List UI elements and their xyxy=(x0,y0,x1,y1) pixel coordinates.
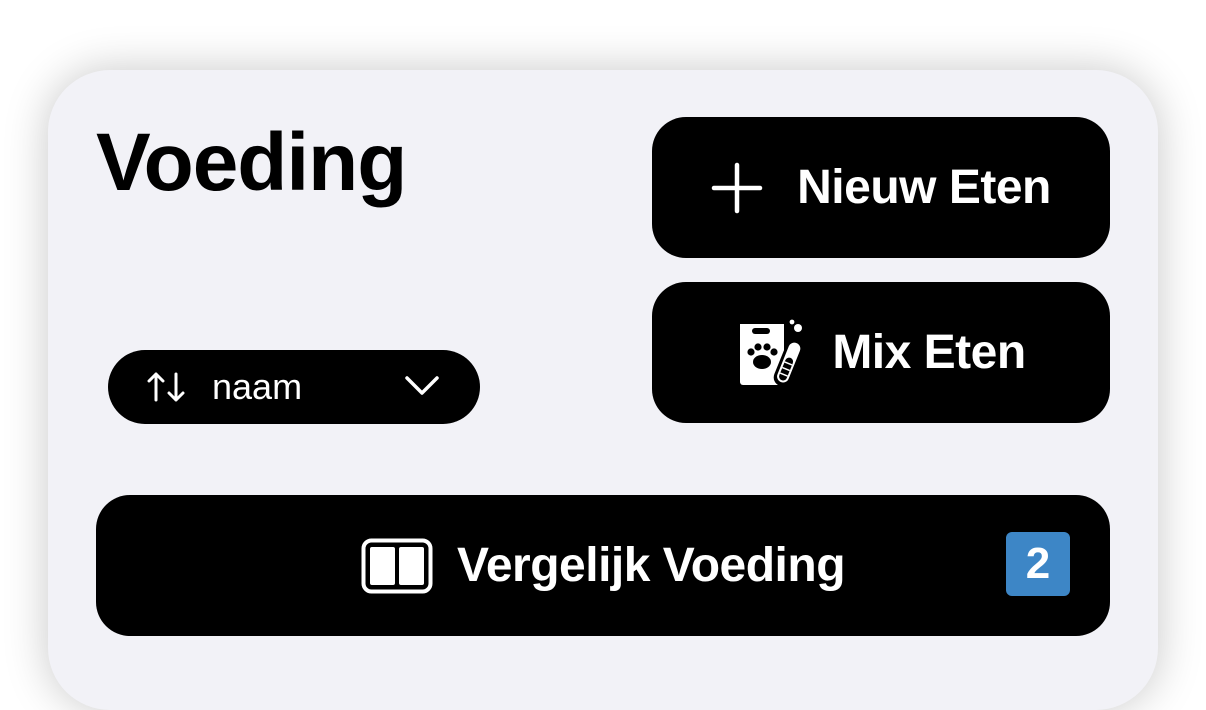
sort-value: naam xyxy=(212,366,303,407)
new-food-label: Nieuw Eten xyxy=(797,161,1051,214)
chevron-down-icon xyxy=(405,376,439,395)
sort-dropdown[interactable]: naam xyxy=(108,350,480,424)
pet-food-mix-icon xyxy=(740,319,804,386)
sort-arrows-icon xyxy=(147,372,185,402)
side-by-side-icon xyxy=(361,538,433,593)
compare-content: Vergelijk Voeding xyxy=(361,538,846,594)
new-food-button[interactable]: Nieuw Eten xyxy=(652,117,1110,258)
compare-count-badge: 2 xyxy=(1006,532,1070,596)
mix-food-label: Mix Eten xyxy=(832,326,1026,379)
compare-nutrition-button[interactable]: Vergelijk Voeding 2 xyxy=(96,495,1110,636)
plus-icon xyxy=(711,162,763,213)
page-title: Voeding xyxy=(96,117,407,208)
mix-food-button[interactable]: Mix Eten xyxy=(652,282,1110,423)
nutrition-card: Voeding Nieuw Eten Mix Eten naam Vergeli… xyxy=(48,70,1158,710)
compare-label: Vergelijk Voeding xyxy=(456,539,846,592)
